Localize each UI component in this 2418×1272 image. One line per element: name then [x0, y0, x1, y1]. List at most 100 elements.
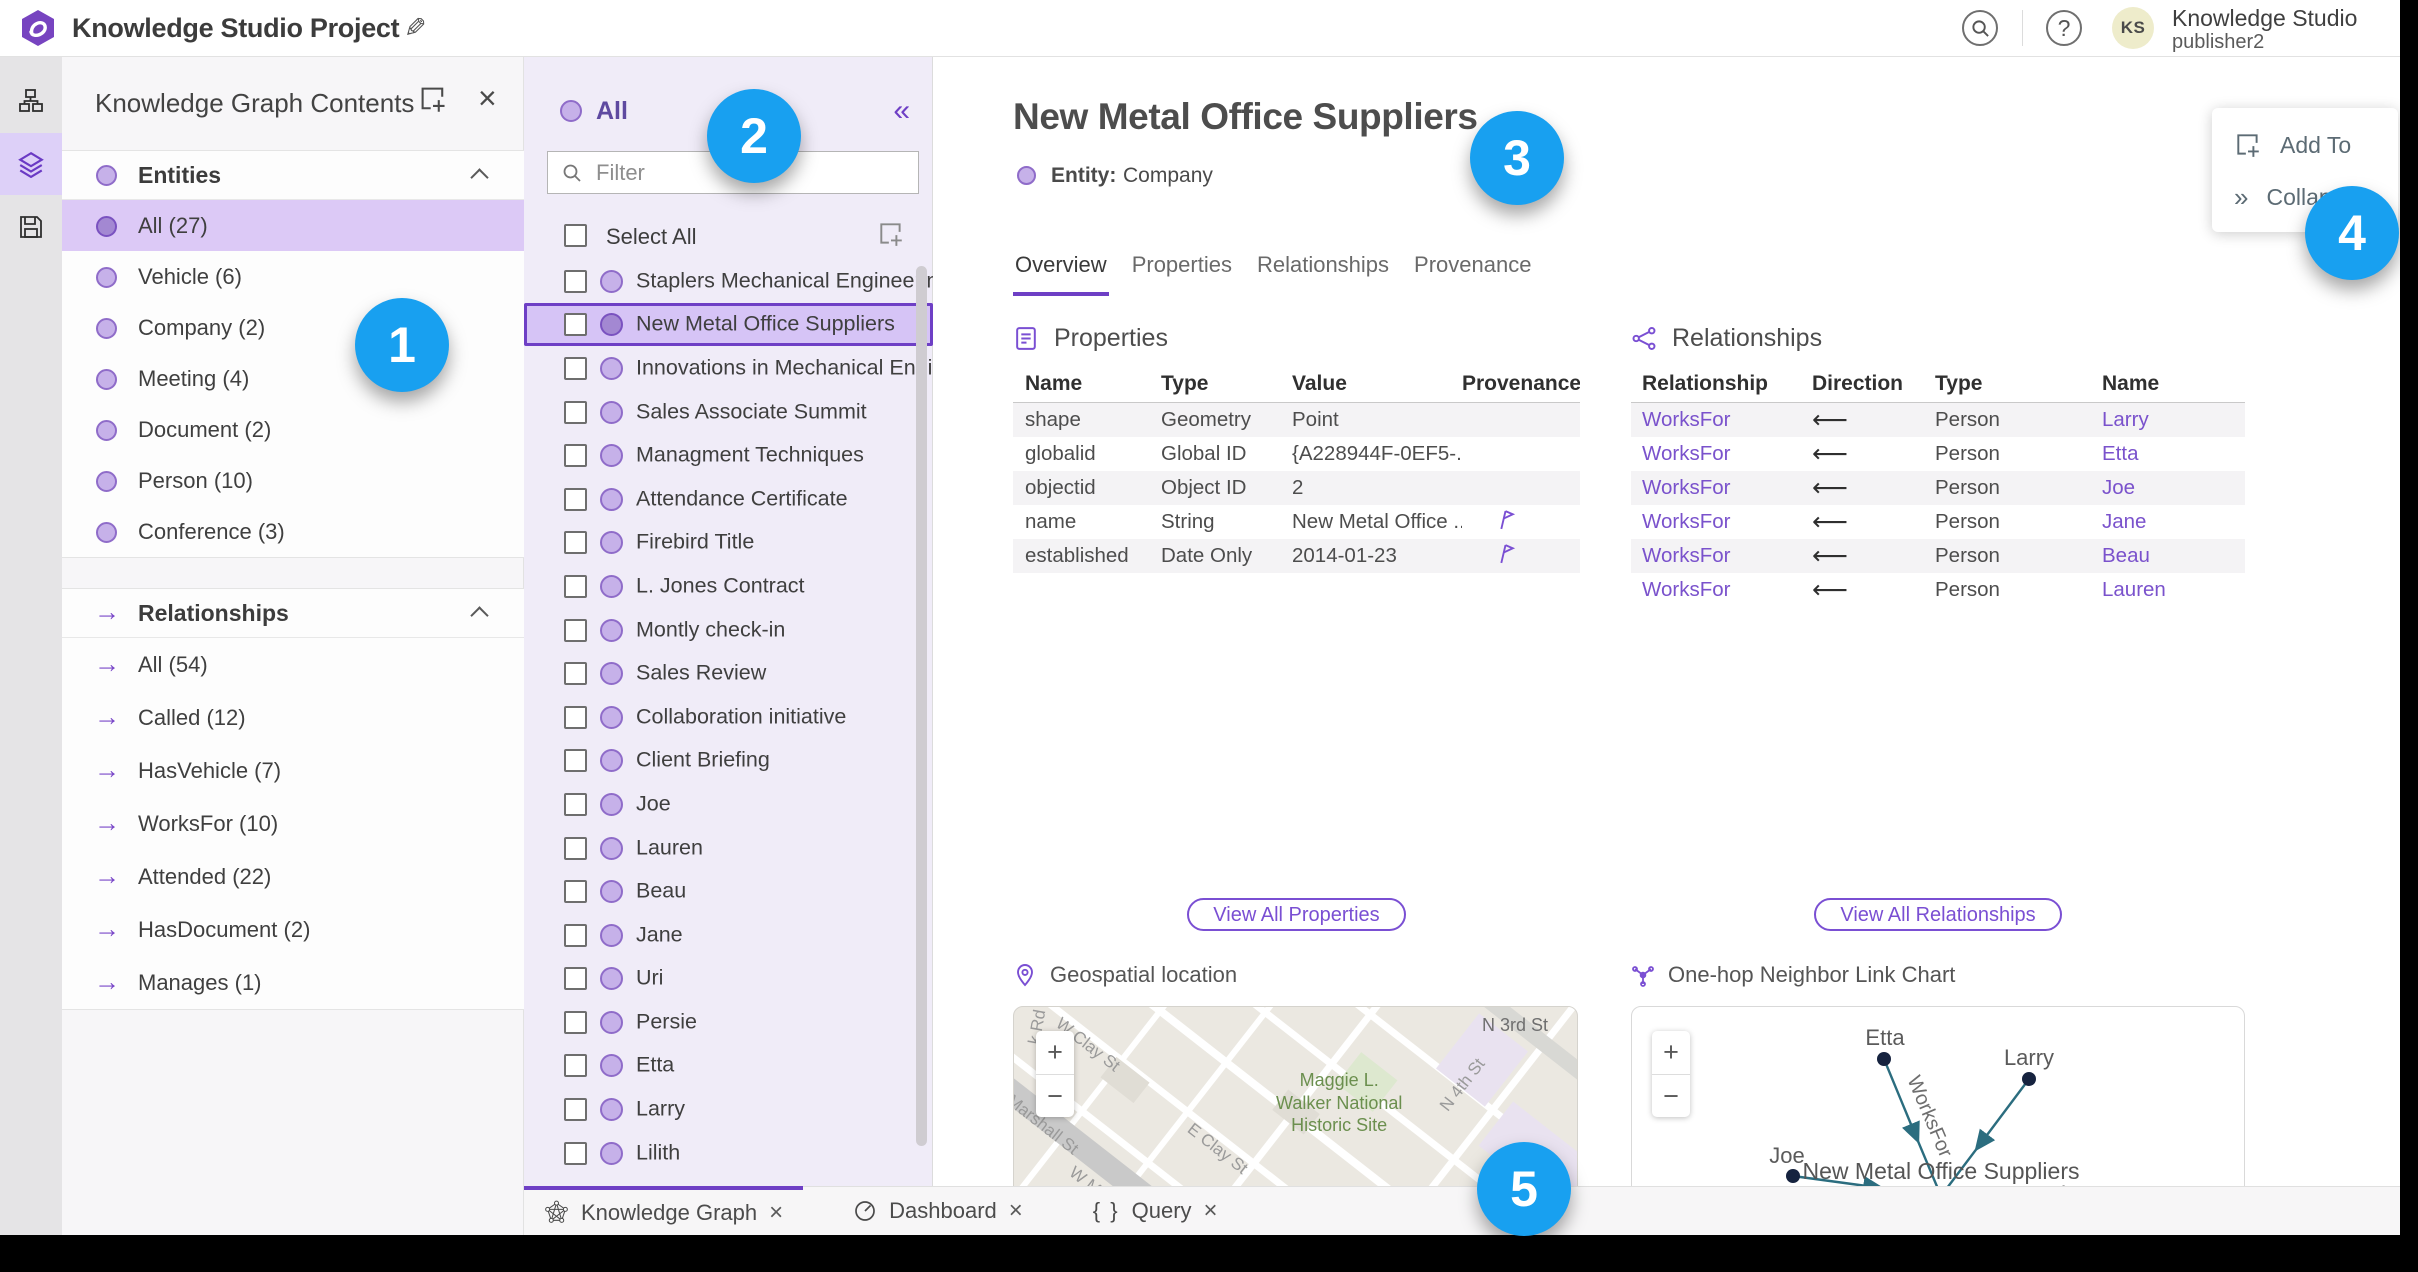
sidebar-entity-item[interactable]: All (27) — [62, 200, 524, 251]
tab-overview[interactable]: Overview — [1013, 252, 1109, 296]
item-checkbox[interactable] — [564, 444, 587, 468]
item-checkbox[interactable] — [564, 836, 587, 860]
avatar[interactable]: KS — [2112, 7, 2154, 49]
item-checkbox[interactable] — [564, 618, 587, 642]
zoom-in-button[interactable]: + — [1036, 1031, 1074, 1075]
entity-list-item[interactable]: Jane — [524, 913, 933, 957]
entity-list-item[interactable]: Uri — [524, 957, 933, 1001]
item-checkbox[interactable] — [564, 531, 587, 555]
sidebar-relationship-item[interactable]: → Attended (22) — [62, 850, 524, 903]
relationship-link[interactable]: WorksFor — [1642, 408, 1812, 432]
search-button[interactable] — [1962, 10, 1998, 46]
tab-properties[interactable]: Properties — [1130, 252, 1234, 296]
add-to-map-button[interactable] — [418, 84, 448, 119]
item-checkbox[interactable] — [564, 269, 587, 293]
tab-query[interactable]: { } Query × — [1073, 1187, 1238, 1235]
entity-list-item[interactable]: Client Briefing — [524, 739, 933, 783]
item-checkbox[interactable] — [564, 880, 587, 904]
item-checkbox[interactable] — [564, 662, 587, 686]
related-entity-link[interactable]: Beau — [2102, 544, 2245, 568]
entity-list-item[interactable]: Staplers Mechanical Engineering — [524, 259, 950, 303]
sidebar-relationship-item[interactable]: → Manages (1) — [62, 956, 524, 1009]
chevron-up-icon[interactable] — [470, 168, 489, 187]
zoom-out-button[interactable]: − — [1036, 1075, 1074, 1118]
rail-schema-button[interactable] — [0, 70, 62, 132]
item-checkbox[interactable] — [564, 1054, 587, 1078]
tab-dashboard[interactable]: Dashboard × — [833, 1187, 1043, 1235]
item-checkbox[interactable] — [564, 313, 587, 337]
sidebar-entity-item[interactable]: Person (10) — [62, 455, 524, 506]
provenance-flag-icon[interactable] — [1494, 508, 1517, 531]
related-entity-link[interactable]: Jane — [2102, 510, 2245, 534]
entity-list-item[interactable]: Persie — [524, 1000, 933, 1044]
sidebar-relationship-item[interactable]: → Called (12) — [62, 691, 524, 744]
close-tab-icon[interactable]: × — [1009, 1197, 1023, 1225]
item-checkbox[interactable] — [564, 749, 587, 773]
entity-list-item[interactable]: Collaboration initiative — [524, 695, 933, 739]
related-entity-link[interactable]: Larry — [2102, 408, 2245, 432]
edit-title-icon[interactable]: ✎ — [404, 13, 427, 44]
chevron-up-icon[interactable] — [470, 606, 489, 625]
item-checkbox[interactable] — [564, 400, 587, 424]
add-to-menu-item[interactable]: Add To — [2234, 130, 2351, 160]
entity-list-item[interactable]: Montly check-in — [524, 608, 933, 652]
sidebar-entity-item[interactable]: Document (2) — [62, 404, 524, 455]
add-selection-to-map-button[interactable] — [877, 220, 905, 253]
sidebar-relationship-item[interactable]: → HasDocument (2) — [62, 903, 524, 956]
entity-list-item[interactable]: Firebird Title — [524, 521, 933, 565]
rail-save-button[interactable] — [0, 196, 62, 258]
entity-list-item[interactable]: Innovations in Mechanical Engin... — [524, 346, 962, 390]
item-checkbox[interactable] — [564, 792, 587, 816]
zoom-out-button[interactable]: − — [1652, 1075, 1690, 1118]
related-entity-link[interactable]: Joe — [2102, 476, 2245, 500]
entity-list-item[interactable]: Lauren — [524, 826, 933, 870]
entity-list-item[interactable]: Attendance Certificate — [524, 477, 933, 521]
sidebar-entity-item[interactable]: Vehicle (6) — [62, 251, 524, 302]
item-checkbox[interactable] — [564, 1098, 587, 1122]
sidebar-entity-item[interactable]: Meeting (4) — [62, 353, 524, 404]
view-all-properties-button[interactable]: View All Properties — [1187, 898, 1406, 931]
zoom-in-button[interactable]: + — [1652, 1031, 1690, 1075]
relationship-link[interactable]: WorksFor — [1642, 578, 1812, 602]
close-tab-icon[interactable]: × — [769, 1199, 783, 1227]
sidebar-relationship-item[interactable]: → WorksFor (10) — [62, 797, 524, 850]
entity-list-item[interactable]: Lilith — [524, 1131, 933, 1175]
entity-list-item[interactable]: Larry — [524, 1087, 933, 1131]
item-checkbox[interactable] — [564, 1141, 587, 1165]
entity-list-item[interactable]: Sales Associate Summit — [524, 390, 933, 434]
related-entity-link[interactable]: Etta — [2102, 442, 2245, 466]
item-checkbox[interactable] — [564, 356, 587, 380]
scrollbar-thumb[interactable] — [916, 266, 927, 1146]
sidebar-entity-item[interactable]: Conference (3) — [62, 506, 524, 557]
sidebar-relationship-item[interactable]: → All (54) — [62, 638, 524, 691]
view-all-relationships-button[interactable]: View All Relationships — [1814, 898, 2062, 931]
item-checkbox[interactable] — [564, 1010, 587, 1034]
node-dot[interactable] — [1786, 1169, 1800, 1183]
rail-layers-button[interactable] — [0, 133, 62, 195]
item-checkbox[interactable] — [564, 705, 587, 729]
node-dot[interactable] — [1877, 1052, 1891, 1066]
provenance-flag-icon[interactable] — [1494, 542, 1517, 565]
item-checkbox[interactable] — [564, 487, 587, 511]
tab-knowledge-graph[interactable]: Knowledge Graph × — [524, 1186, 804, 1235]
relationship-link[interactable]: WorksFor — [1642, 442, 1812, 466]
entity-list-item[interactable]: L. Jones Contract — [524, 564, 933, 608]
node-dot[interactable] — [2022, 1072, 2036, 1086]
help-button[interactable]: ? — [2046, 10, 2082, 46]
relationship-link[interactable]: WorksFor — [1642, 544, 1812, 568]
item-checkbox[interactable] — [564, 967, 587, 991]
sidebar-entity-item[interactable]: Company (2) — [62, 302, 524, 353]
relationship-link[interactable]: WorksFor — [1642, 476, 1812, 500]
relationships-header[interactable]: → Relationships — [62, 589, 524, 638]
close-panel-icon[interactable]: × — [478, 80, 497, 117]
entity-list-item[interactable]: Sales Review — [524, 651, 933, 695]
related-entity-link[interactable]: Lauren — [2102, 578, 2245, 602]
entity-list-item[interactable]: Joe — [524, 782, 933, 826]
entity-list-item[interactable]: Managment Techniques — [524, 433, 933, 477]
entity-list-item[interactable]: Etta — [524, 1044, 933, 1088]
sidebar-relationship-item[interactable]: → HasVehicle (7) — [62, 744, 524, 797]
entities-header[interactable]: Entities — [62, 151, 524, 200]
item-checkbox[interactable] — [564, 923, 587, 947]
entity-list-item[interactable]: New Metal Office Suppliers — [524, 302, 933, 347]
close-tab-icon[interactable]: × — [1204, 1197, 1218, 1225]
